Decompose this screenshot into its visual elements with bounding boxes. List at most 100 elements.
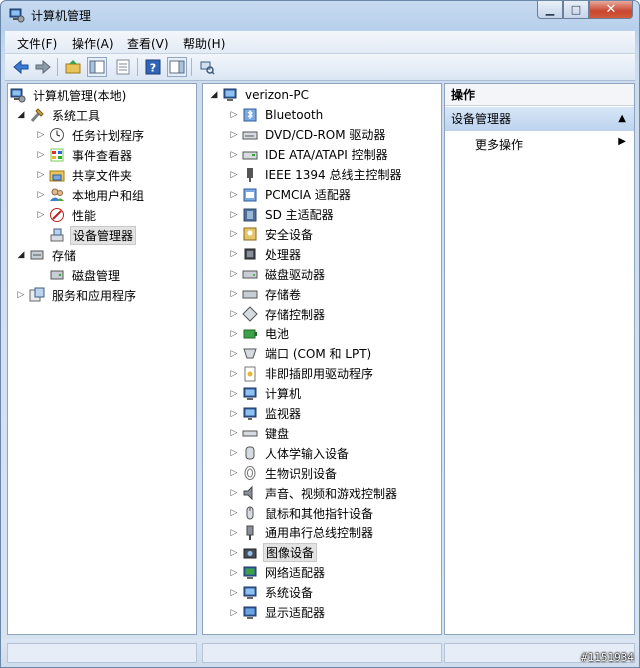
services-icon (29, 287, 45, 303)
collapse-arrow-icon[interactable]: ◢ (209, 90, 219, 100)
security-device-icon (242, 226, 258, 242)
expand-arrow-icon[interactable]: ▷ (36, 190, 46, 200)
device-category-item[interactable]: ▷ DVD/CD-ROM 驱动器 (229, 125, 387, 145)
tree-item-local-users-groups[interactable]: ▷ 本地用户和组 (36, 185, 146, 205)
expand-arrow-icon[interactable]: ▷ (229, 528, 239, 538)
expand-arrow-icon[interactable]: ▷ (229, 409, 239, 419)
tree-item-task-scheduler[interactable]: ▷ 任务计划程序 (36, 125, 146, 145)
expand-arrow-icon[interactable]: ▷ (229, 150, 239, 160)
actions-section-device-manager[interactable]: 设备管理器 ▲ (445, 107, 634, 131)
expand-arrow-icon[interactable]: ▷ (229, 269, 239, 279)
device-category-item[interactable]: ▷ SD 主适配器 (229, 205, 336, 225)
port-icon (242, 346, 258, 362)
device-category-item[interactable]: ▷ 监视器 (229, 404, 303, 424)
expand-arrow-icon[interactable]: ▷ (229, 110, 239, 120)
expand-arrow-icon[interactable]: ▷ (229, 329, 239, 339)
device-category-item[interactable]: ▷ 磁盘驱动器 (229, 264, 327, 284)
expand-arrow-icon[interactable]: ▷ (229, 548, 239, 558)
device-category-item[interactable]: ▷ IDE ATA/ATAPI 控制器 (229, 145, 390, 165)
tree-item-storage[interactable]: ◢ 存储 (16, 245, 78, 265)
tree-label: 任务计划程序 (72, 128, 145, 143)
device-category-item[interactable]: ▷ 生物识别设备 (229, 463, 339, 483)
tree-item-device-manager[interactable]: 设备管理器 (36, 225, 137, 245)
expand-arrow-icon[interactable]: ▷ (229, 229, 239, 239)
expand-arrow-icon[interactable]: ▷ (229, 488, 239, 498)
show-hide-console-tree-icon[interactable] (87, 57, 107, 77)
maximize-button[interactable]: □ (563, 1, 589, 19)
expand-arrow-icon[interactable]: ▷ (229, 568, 239, 578)
device-category-item[interactable]: ▷ 处理器 (229, 244, 303, 264)
expand-arrow-icon[interactable]: ▷ (229, 309, 239, 319)
device-category-item[interactable]: ▷ 显示适配器 (229, 603, 327, 623)
submenu-arrow-icon[interactable]: ▶ (618, 136, 626, 147)
menu-action[interactable]: 操作(A) (72, 35, 114, 52)
show-hide-action-pane-icon[interactable] (167, 57, 187, 77)
event-log-icon (49, 147, 65, 163)
system-device-icon (242, 585, 258, 601)
device-category-item[interactable]: ▷ IEEE 1394 总线主控制器 (229, 165, 403, 185)
expand-arrow-icon[interactable]: ▷ (229, 170, 239, 180)
help-icon[interactable]: ? (143, 57, 163, 77)
expand-arrow-icon[interactable]: ▷ (229, 210, 239, 220)
tree-item-performance[interactable]: ▷ 性能 (36, 205, 98, 225)
device-category-item[interactable]: ▷ 人体学输入设备 (229, 443, 351, 463)
device-category-item[interactable]: ▷ 系统设备 (229, 583, 315, 603)
device-category-item[interactable]: ▷ 存储控制器 (229, 304, 327, 324)
tree-item-system-tools[interactable]: ◢ 系统工具 (16, 105, 102, 125)
expand-arrow-icon[interactable]: ▷ (229, 249, 239, 259)
device-category-item[interactable]: ▷ Bluetooth (229, 105, 325, 125)
device-category-item[interactable]: ▷ 图像设备 (229, 543, 318, 563)
expand-arrow-icon[interactable]: ▷ (229, 369, 239, 379)
tree-item-disk-management[interactable]: 磁盘管理 (36, 265, 122, 285)
more-actions-link[interactable]: 更多操作 (475, 136, 523, 153)
properties-icon[interactable] (113, 57, 133, 77)
expand-arrow-icon[interactable]: ▷ (229, 428, 239, 438)
device-category-label: 处理器 (265, 247, 302, 262)
forward-arrow-icon[interactable] (33, 57, 53, 77)
minimize-button[interactable]: ▁ (537, 1, 563, 19)
device-category-item[interactable]: ▷ 计算机 (229, 384, 303, 404)
expand-arrow-icon[interactable]: ▷ (229, 608, 239, 618)
expand-arrow-icon[interactable]: ▷ (229, 588, 239, 598)
tree-root-computer-management[interactable]: 计算机管理(本地) (10, 85, 128, 105)
device-category-item[interactable]: ▷ PCMCIA 适配器 (229, 185, 353, 205)
device-category-item[interactable]: ▷ 通用串行总线控制器 (229, 523, 375, 543)
scan-hardware-icon[interactable] (197, 57, 217, 77)
expand-arrow-icon[interactable]: ▷ (229, 130, 239, 140)
tree-item-event-viewer[interactable]: ▷ 事件查看器 (36, 145, 134, 165)
expand-arrow-icon[interactable]: ▷ (229, 190, 239, 200)
collapse-arrow-icon[interactable]: ◢ (16, 110, 26, 120)
device-category-item[interactable]: ▷ 非即插即用驱动程序 (229, 364, 375, 384)
up-folder-icon[interactable] (63, 57, 83, 77)
device-category-item[interactable]: ▷ 网络适配器 (229, 563, 327, 583)
device-category-item[interactable]: ▷ 安全设备 (229, 224, 315, 244)
tree-item-services-applications[interactable]: ▷ 服务和应用程序 (16, 285, 138, 305)
expand-arrow-icon[interactable]: ▷ (36, 170, 46, 180)
back-arrow-icon[interactable] (11, 57, 31, 77)
expand-arrow-icon[interactable]: ▷ (229, 289, 239, 299)
device-category-item[interactable]: ▷ 存储卷 (229, 284, 303, 304)
collapse-caret-icon[interactable]: ▲ (618, 107, 626, 131)
expand-arrow-icon[interactable]: ▷ (229, 468, 239, 478)
device-category-item[interactable]: ▷ 鼠标和其他指针设备 (229, 503, 375, 523)
expand-arrow-icon[interactable]: ▷ (36, 210, 46, 220)
device-category-item[interactable]: ▷ 端口 (COM 和 LPT) (229, 344, 373, 364)
menu-view[interactable]: 查看(V) (127, 35, 169, 52)
expand-arrow-icon[interactable]: ▷ (36, 150, 46, 160)
sound-icon (242, 485, 258, 501)
expand-arrow-icon[interactable]: ▷ (36, 130, 46, 140)
expand-arrow-icon[interactable]: ▷ (16, 290, 26, 300)
device-category-item[interactable]: ▷ 声音、视频和游戏控制器 (229, 483, 399, 503)
expand-arrow-icon[interactable]: ▷ (229, 508, 239, 518)
menu-help[interactable]: 帮助(H) (183, 35, 225, 52)
device-category-item[interactable]: ▷ 键盘 (229, 423, 291, 443)
device-category-item[interactable]: ▷ 电池 (229, 324, 291, 344)
menu-file[interactable]: 文件(F) (17, 35, 57, 52)
expand-arrow-icon[interactable]: ▷ (229, 349, 239, 359)
expand-arrow-icon[interactable]: ▷ (229, 389, 239, 399)
close-button[interactable]: ✕ (589, 1, 633, 19)
expand-arrow-icon[interactable]: ▷ (229, 448, 239, 458)
collapse-arrow-icon[interactable]: ◢ (16, 250, 26, 260)
device-tree-root[interactable]: ◢ verizon-PC (209, 85, 311, 105)
tree-item-shared-folders[interactable]: ▷ 共享文件夹 (36, 165, 134, 185)
